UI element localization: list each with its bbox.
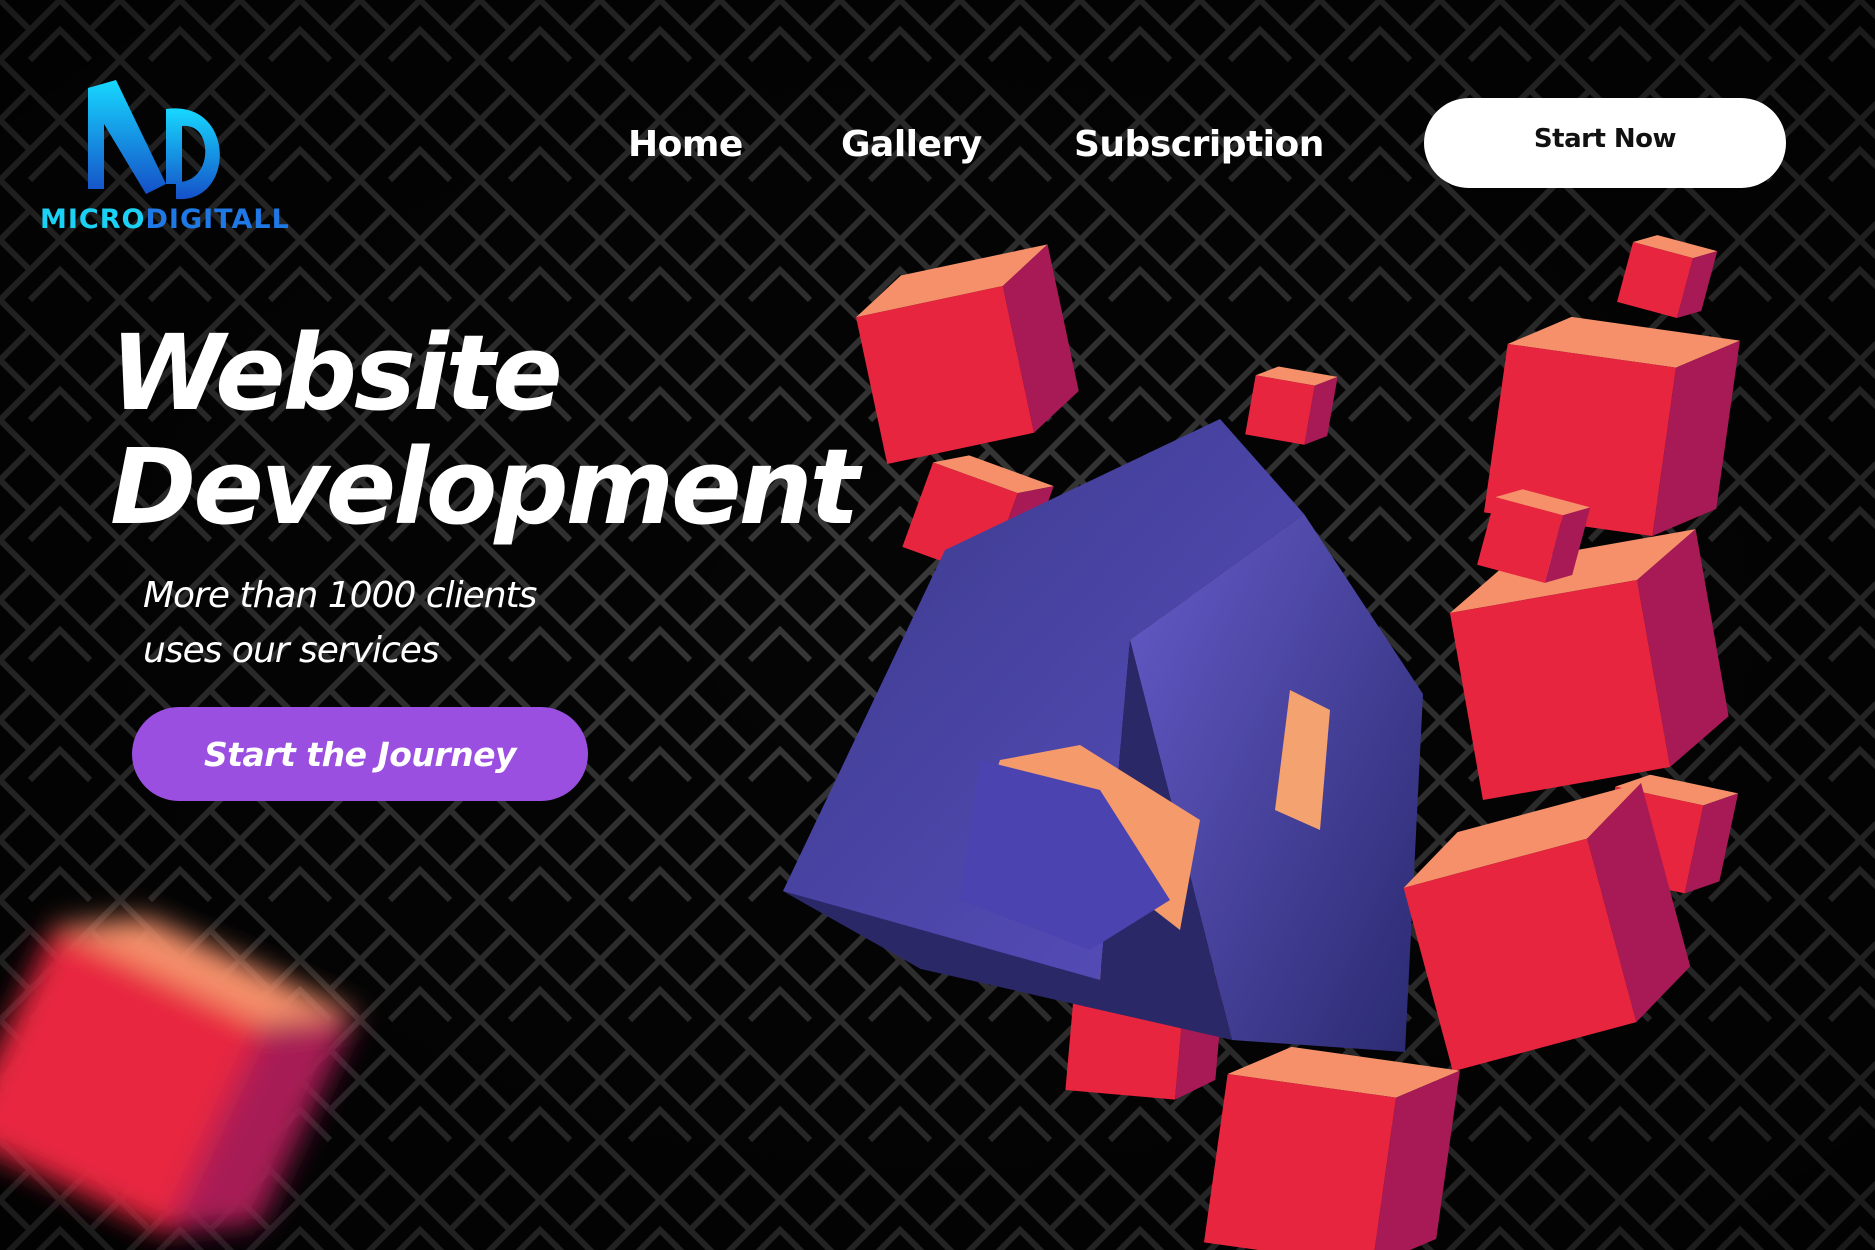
- nav-subscription[interactable]: Subscription: [1074, 124, 1324, 165]
- brand-name-part1: MICRO: [40, 204, 146, 235]
- red-cube: [856, 244, 1079, 464]
- hero-title-line1: Website: [110, 312, 563, 434]
- start-now-button[interactable]: Start Now: [1424, 98, 1786, 188]
- red-cube: [1617, 235, 1718, 318]
- red-cube: [1449, 529, 1729, 801]
- start-journey-button[interactable]: Start the Journey: [132, 707, 588, 801]
- nav-home[interactable]: Home: [628, 124, 743, 165]
- brand-name-part2: DIGITALL: [145, 204, 290, 235]
- hero-subtitle-line1: More than 1000 clients: [143, 575, 537, 616]
- nav-gallery[interactable]: Gallery: [841, 124, 982, 165]
- red-cube: [1203, 1046, 1460, 1250]
- hero-subtitle: More than 1000 clients uses our services: [143, 568, 537, 678]
- red-cube: [0, 917, 357, 1233]
- hero-subtitle-line2: uses our services: [143, 630, 440, 671]
- red-cube: [1245, 366, 1338, 445]
- hero-title: Website Development: [110, 316, 859, 544]
- hero-title-line2: Development: [110, 426, 859, 548]
- brand-name: MICRODIGITALL: [40, 204, 290, 235]
- large-blue-cube: [783, 419, 1423, 1052]
